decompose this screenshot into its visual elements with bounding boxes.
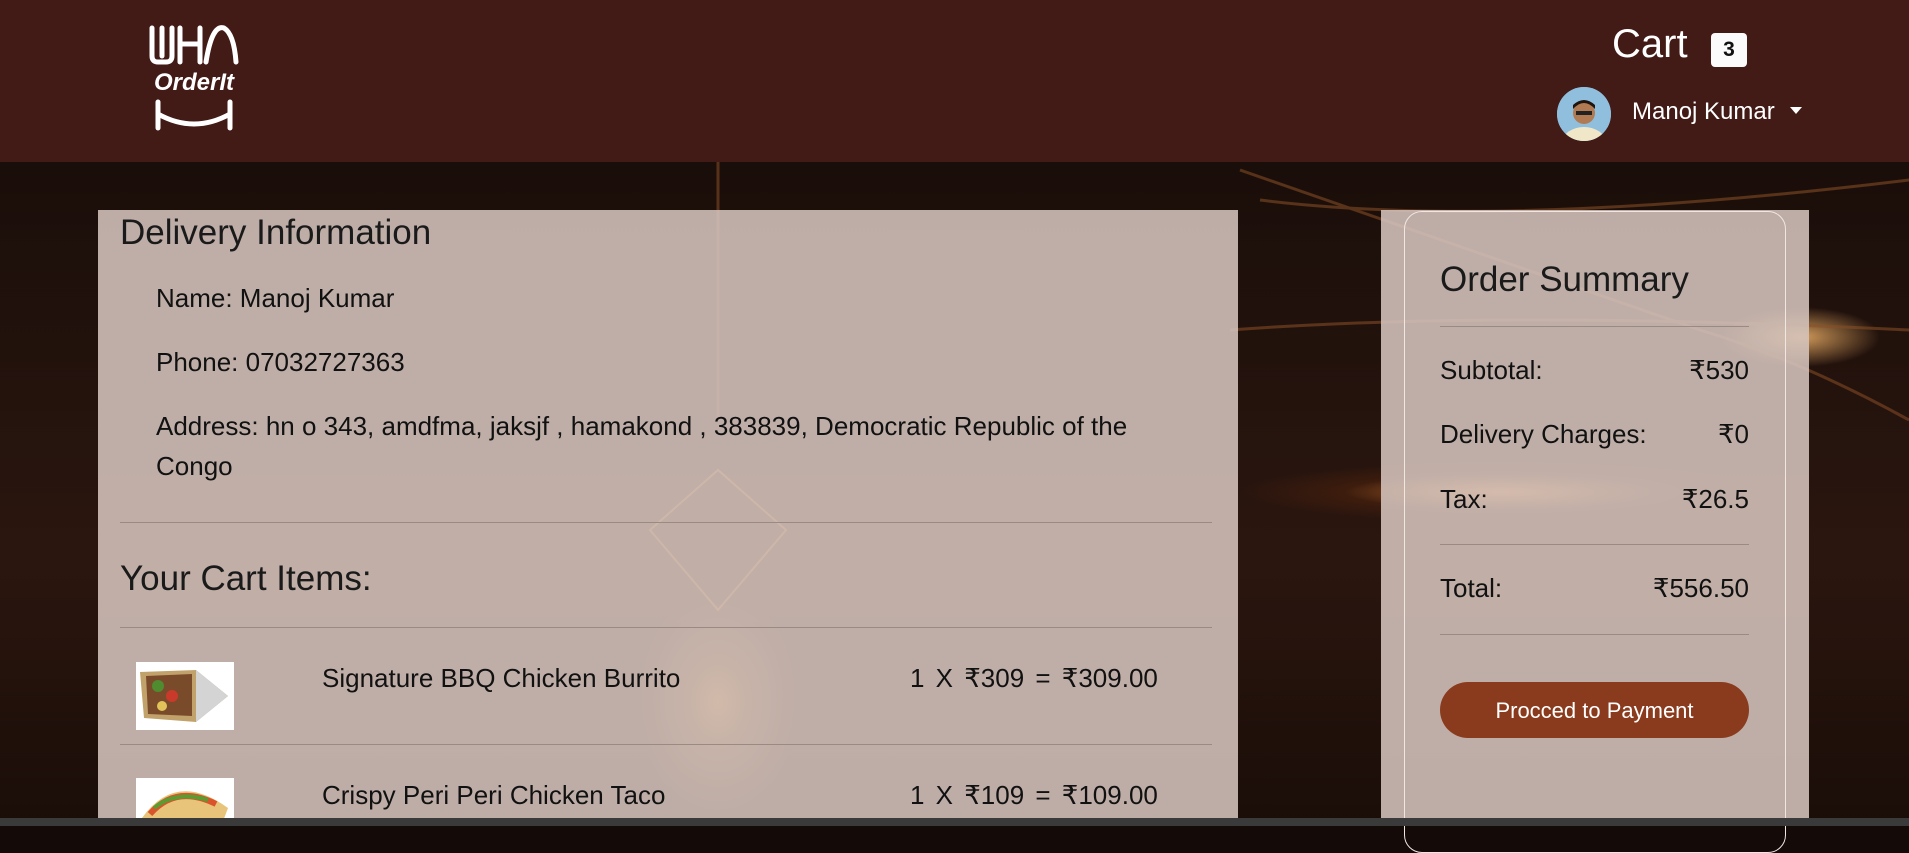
cart-item-price: 1 X ₹109 = ₹109.00 — [910, 780, 1158, 810]
cart-items-title: Your Cart Items: — [120, 559, 372, 598]
burrito-image — [136, 662, 234, 730]
delivery-charges-value: ₹0 — [1717, 419, 1749, 449]
order-summary-title: Order Summary — [1440, 260, 1689, 299]
delivery-information-panel: Delivery Information Name: Manoj Kumar P… — [98, 210, 1238, 826]
divider — [1440, 326, 1749, 327]
proceed-to-payment-button[interactable]: Procced to Payment — [1440, 682, 1749, 738]
cart-count-badge: 3 — [1711, 33, 1747, 67]
tax-label: Tax: — [1440, 484, 1488, 514]
delivery-address-line2: Congo — [156, 451, 233, 481]
cart-item-name: Signature BBQ Chicken Burrito — [322, 663, 681, 693]
logo-wordmark: OrderIt — [154, 69, 235, 96]
divider — [1440, 634, 1749, 635]
cart-link[interactable]: Cart — [1612, 18, 1688, 70]
subtotal-value: ₹530 — [1689, 355, 1749, 385]
subtotal-label: Subtotal: — [1440, 355, 1543, 385]
cart-item-name: Crispy Peri Peri Chicken Taco — [322, 780, 666, 810]
subtotal-row: Subtotal: ₹530 — [1440, 354, 1749, 386]
top-navbar: OrderIt Cart 3 Manoj Kumar — [0, 0, 1909, 162]
cart-item-row: Crispy Peri Peri Chicken Taco 1 X ₹109 =… — [98, 745, 1238, 845]
user-avatar — [1557, 87, 1611, 141]
window-bottom-edge — [0, 818, 1909, 826]
user-name: Manoj Kumar — [1632, 98, 1775, 125]
total-value: ₹556.50 — [1652, 573, 1749, 603]
tax-value: ₹26.5 — [1681, 484, 1749, 514]
orderit-logo[interactable]: OrderIt — [144, 22, 244, 134]
cart-item-row: Signature BBQ Chicken Burrito 1 X ₹309 =… — [98, 628, 1238, 730]
delivery-phone: Phone: 07032727363 — [156, 347, 405, 377]
delivery-title: Delivery Information — [120, 213, 432, 252]
caret-down-icon — [1790, 107, 1802, 114]
total-label: Total: — [1440, 573, 1503, 603]
delivery-charges-label: Delivery Charges: — [1440, 419, 1647, 449]
delivery-name: Name: Manoj Kumar — [156, 283, 395, 313]
order-summary-card — [1404, 211, 1786, 853]
delivery-charges-row: Delivery Charges: ₹0 — [1440, 418, 1749, 450]
delivery-address-line1: Address: hn o 343, amdfma, jaksjf , hama… — [156, 411, 1128, 441]
divider — [120, 522, 1212, 523]
user-menu-dropdown[interactable]: Manoj Kumar — [1557, 87, 1807, 141]
cart-item-price: 1 X ₹309 = ₹309.00 — [910, 663, 1158, 693]
total-row: Total: ₹556.50 — [1440, 572, 1749, 604]
divider — [1440, 544, 1749, 545]
tax-row: Tax: ₹26.5 — [1440, 483, 1749, 515]
